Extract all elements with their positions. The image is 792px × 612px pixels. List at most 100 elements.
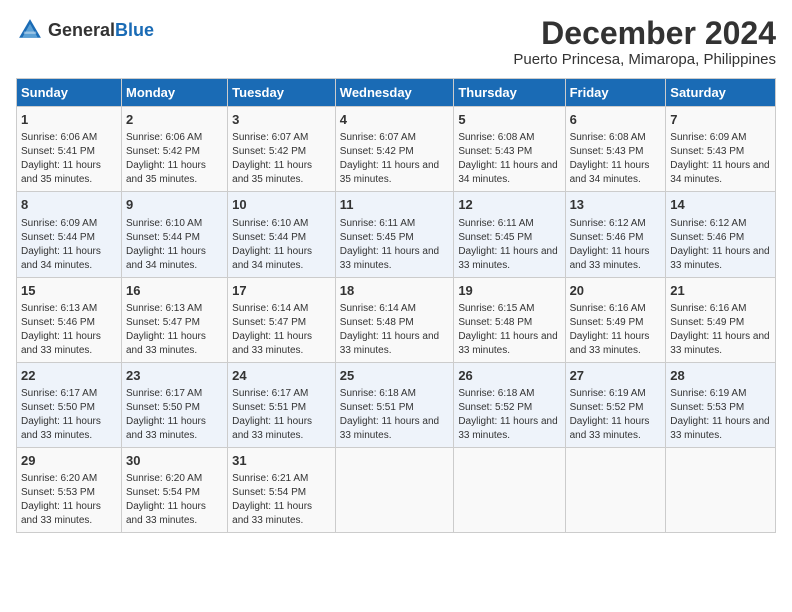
sunrise-time: Sunrise: 6:16 AM — [670, 302, 771, 316]
sunset-time: Sunset: 5:43 PM — [458, 145, 560, 159]
title-block: December 2024 Puerto Princesa, Mimaropa,… — [513, 16, 776, 68]
daylight-hours: Daylight: 11 hours and 34 minutes. — [458, 159, 560, 187]
sunrise-time: Sunrise: 6:17 AM — [126, 387, 223, 401]
sunset-time: Sunset: 5:54 PM — [126, 486, 223, 500]
calendar-table: SundayMondayTuesdayWednesdayThursdayFrid… — [16, 78, 776, 533]
day-number: 16 — [126, 282, 223, 300]
sunrise-time: Sunrise: 6:07 AM — [232, 131, 331, 145]
sunset-time: Sunset: 5:50 PM — [126, 401, 223, 415]
daylight-hours: Daylight: 11 hours and 33 minutes. — [126, 415, 223, 443]
daylight-hours: Daylight: 11 hours and 33 minutes. — [570, 245, 662, 273]
calendar-week-1: 1Sunrise: 6:06 AMSunset: 5:41 PMDaylight… — [17, 107, 776, 192]
sunrise-time: Sunrise: 6:18 AM — [340, 387, 450, 401]
table-row — [454, 447, 565, 532]
table-row: 13Sunrise: 6:12 AMSunset: 5:46 PMDayligh… — [565, 192, 666, 277]
daylight-hours: Daylight: 11 hours and 33 minutes. — [232, 415, 331, 443]
sunrise-time: Sunrise: 6:10 AM — [126, 217, 223, 231]
sunrise-time: Sunrise: 6:17 AM — [21, 387, 117, 401]
sunrise-time: Sunrise: 6:17 AM — [232, 387, 331, 401]
day-number: 21 — [670, 282, 771, 300]
table-row: 12Sunrise: 6:11 AMSunset: 5:45 PMDayligh… — [454, 192, 565, 277]
table-row: 11Sunrise: 6:11 AMSunset: 5:45 PMDayligh… — [335, 192, 454, 277]
day-number: 25 — [340, 367, 450, 385]
daylight-hours: Daylight: 11 hours and 33 minutes. — [670, 245, 771, 273]
sunrise-time: Sunrise: 6:10 AM — [232, 217, 331, 231]
table-row: 18Sunrise: 6:14 AMSunset: 5:48 PMDayligh… — [335, 277, 454, 362]
table-row: 6Sunrise: 6:08 AMSunset: 5:43 PMDaylight… — [565, 107, 666, 192]
page-header: GeneralBlue December 2024 Puerto Princes… — [16, 16, 776, 68]
table-row: 31Sunrise: 6:21 AMSunset: 5:54 PMDayligh… — [228, 447, 336, 532]
table-row: 4Sunrise: 6:07 AMSunset: 5:42 PMDaylight… — [335, 107, 454, 192]
daylight-hours: Daylight: 11 hours and 33 minutes. — [21, 330, 117, 358]
table-row: 5 Sunrise: 6:08 AMSunset: 5:43 PMDaylight… — [454, 107, 565, 192]
day-number: 9 — [126, 196, 223, 214]
sunrise-time: Sunrise: 6:16 AM — [570, 302, 662, 316]
table-row: 16 Sunrise: 6:13 AMSunset: 5:47 PMDayligh… — [122, 277, 228, 362]
table-row: 17Sunrise: 6:14 AMSunset: 5:47 PMDayligh… — [228, 277, 336, 362]
column-header-tuesday: Tuesday — [228, 79, 336, 107]
table-row: 3Sunrise: 6:07 AMSunset: 5:42 PMDaylight… — [228, 107, 336, 192]
table-row — [666, 447, 776, 532]
sunset-time: Sunset: 5:48 PM — [458, 316, 560, 330]
sunrise-time: Sunrise: 6:08 AM — [458, 131, 560, 145]
day-number: 20 — [570, 282, 662, 300]
daylight-hours: Daylight: 11 hours and 33 minutes. — [232, 330, 331, 358]
calendar-week-4: 22Sunrise: 6:17 AMSunset: 5:50 PMDayligh… — [17, 362, 776, 447]
day-number: 23 — [126, 367, 223, 385]
column-header-friday: Friday — [565, 79, 666, 107]
daylight-hours: Daylight: 11 hours and 33 minutes. — [126, 330, 223, 358]
sunset-time: Sunset: 5:42 PM — [340, 145, 450, 159]
sunset-time: Sunset: 5:46 PM — [21, 316, 117, 330]
day-number: 6 — [570, 111, 662, 129]
sunset-time: Sunset: 5:41 PM — [21, 145, 117, 159]
logo: GeneralBlue — [16, 16, 154, 44]
day-number: 22 — [21, 367, 117, 385]
day-number: 5 — [458, 111, 560, 129]
day-number: 8 — [21, 196, 117, 214]
day-number: 15 — [21, 282, 117, 300]
sunset-time: Sunset: 5:51 PM — [340, 401, 450, 415]
sunrise-time: Sunrise: 6:12 AM — [670, 217, 771, 231]
day-number: 29 — [21, 452, 117, 470]
calendar-week-3: 15Sunrise: 6:13 AMSunset: 5:46 PMDayligh… — [17, 277, 776, 362]
sunrise-time: Sunrise: 6:18 AM — [458, 387, 560, 401]
sunset-time: Sunset: 5:44 PM — [126, 231, 223, 245]
sunset-time: Sunset: 5:52 PM — [458, 401, 560, 415]
table-row: 2Sunrise: 6:06 AMSunset: 5:42 PMDaylight… — [122, 107, 228, 192]
day-number: 28 — [670, 367, 771, 385]
sunset-time: Sunset: 5:49 PM — [670, 316, 771, 330]
sunset-time: Sunset: 5:50 PM — [21, 401, 117, 415]
sunset-time: Sunset: 5:51 PM — [232, 401, 331, 415]
day-number: 10 — [232, 196, 331, 214]
table-row: 7Sunrise: 6:09 AMSunset: 5:43 PMDaylight… — [666, 107, 776, 192]
column-header-saturday: Saturday — [666, 79, 776, 107]
sunrise-time: Sunrise: 6:13 AM — [126, 302, 223, 316]
daylight-hours: Daylight: 11 hours and 33 minutes. — [458, 330, 560, 358]
sunset-time: Sunset: 5:47 PM — [126, 316, 223, 330]
sunrise-time: Sunrise: 6:20 AM — [126, 472, 223, 486]
sunrise-time: Sunrise: 6:08 AM — [570, 131, 662, 145]
table-row: 14Sunrise: 6:12 AMSunset: 5:46 PMDayligh… — [666, 192, 776, 277]
day-number: 17 — [232, 282, 331, 300]
page-subtitle: Puerto Princesa, Mimaropa, Philippines — [513, 51, 776, 68]
daylight-hours: Daylight: 11 hours and 33 minutes. — [340, 245, 450, 273]
day-number: 13 — [570, 196, 662, 214]
table-row: 19Sunrise: 6:15 AMSunset: 5:48 PMDayligh… — [454, 277, 565, 362]
table-row: 27Sunrise: 6:19 AMSunset: 5:52 PMDayligh… — [565, 362, 666, 447]
column-header-thursday: Thursday — [454, 79, 565, 107]
sunrise-time: Sunrise: 6:11 AM — [458, 217, 560, 231]
calendar-week-5: 29Sunrise: 6:20 AMSunset: 5:53 PMDayligh… — [17, 447, 776, 532]
sunrise-time: Sunrise: 6:12 AM — [570, 217, 662, 231]
sunrise-time: Sunrise: 6:07 AM — [340, 131, 450, 145]
page-title: December 2024 — [513, 16, 776, 51]
daylight-hours: Daylight: 11 hours and 35 minutes. — [340, 159, 450, 187]
table-row: 8Sunrise: 6:09 AMSunset: 5:44 PMDaylight… — [17, 192, 122, 277]
daylight-hours: Daylight: 11 hours and 33 minutes. — [232, 500, 331, 528]
sunset-time: Sunset: 5:53 PM — [670, 401, 771, 415]
sunrise-time: Sunrise: 6:20 AM — [21, 472, 117, 486]
table-row: 1Sunrise: 6:06 AMSunset: 5:41 PMDaylight… — [17, 107, 122, 192]
sunrise-time: Sunrise: 6:11 AM — [340, 217, 450, 231]
daylight-hours: Daylight: 11 hours and 35 minutes. — [21, 159, 117, 187]
daylight-hours: Daylight: 11 hours and 34 minutes. — [21, 245, 117, 273]
sunset-time: Sunset: 5:44 PM — [232, 231, 331, 245]
